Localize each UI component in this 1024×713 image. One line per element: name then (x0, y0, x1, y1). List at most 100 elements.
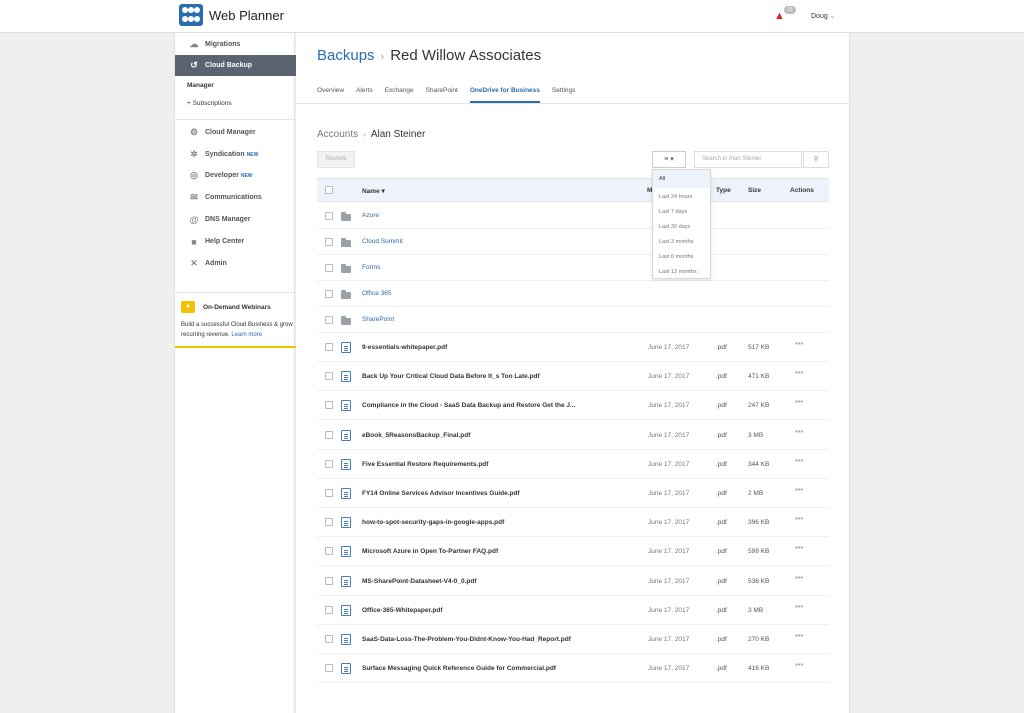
more-actions-icon[interactable]: *** (795, 517, 803, 524)
row-checkbox[interactable] (325, 547, 333, 555)
row-checkbox[interactable] (325, 460, 333, 468)
filter-option-last-12-months[interactable]: Last 12 months (653, 265, 710, 280)
sidebar-item-cloud-manager[interactable]: ⚙ Cloud Manager (175, 122, 296, 143)
file-row[interactable]: MS-SharePoint-Datasheet-V4-0_0.pdf June … (317, 567, 829, 596)
app-logo-icon[interactable] (179, 4, 203, 26)
row-checkbox[interactable] (325, 316, 333, 324)
folder-row[interactable]: SharePoint (317, 307, 829, 333)
row-checkbox[interactable] (325, 431, 333, 439)
file-name[interactable]: eBook_5ReasonsBackup_Final.pdf (362, 432, 470, 439)
more-actions-icon[interactable]: *** (795, 663, 803, 670)
more-actions-icon[interactable]: *** (795, 430, 803, 437)
file-row[interactable]: Five Essential Restore Requirements.pdf … (317, 450, 829, 479)
column-header-name[interactable]: Name ▾ (362, 187, 385, 195)
more-actions-icon[interactable]: *** (795, 371, 803, 378)
select-all-checkbox[interactable] (325, 186, 333, 194)
more-actions-icon[interactable]: *** (795, 488, 803, 495)
row-checkbox[interactable] (325, 577, 333, 585)
file-name[interactable]: Compliance in the Cloud - SaaS Data Back… (362, 402, 575, 409)
folder-row[interactable]: Forms (317, 255, 829, 281)
sidebar-item-dns-manager[interactable]: @ DNS Manager (175, 209, 296, 230)
filter-option-last-6-months[interactable]: Last 6 months (653, 250, 710, 265)
column-header-size[interactable]: Size (748, 187, 761, 194)
search-input[interactable]: Search in Alan Steiner (694, 151, 802, 168)
tab-onedrive-for-business[interactable]: OneDrive for Business (469, 83, 540, 103)
folder-row[interactable]: Azure (317, 203, 829, 229)
row-checkbox[interactable] (325, 606, 333, 614)
more-actions-icon[interactable]: *** (795, 459, 803, 466)
file-row[interactable]: 9-essentials-whitepaper.pdf June 17, 201… (317, 333, 829, 362)
sidebar-item-help-center[interactable]: ■ Help Center (175, 231, 296, 252)
breadcrumb-accounts[interactable]: Accounts (317, 129, 358, 140)
file-name[interactable]: Surface Messaging Quick Reference Guide … (362, 665, 556, 672)
user-menu[interactable]: Doug ⌄ (811, 12, 836, 20)
filter-option-last-24-hours[interactable]: Last 24 hours (653, 190, 710, 205)
tab-alerts[interactable]: Alerts (356, 83, 373, 103)
more-actions-icon[interactable]: *** (795, 634, 803, 641)
file-row[interactable]: FY14 Online Services Advisor Incentives … (317, 479, 829, 508)
tab-overview[interactable]: Overview (317, 83, 344, 103)
row-checkbox[interactable] (325, 264, 333, 272)
sidebar-item-migrations[interactable]: ☁ Migrations (175, 34, 296, 55)
learn-more-link[interactable]: Learn more (231, 332, 262, 338)
more-actions-icon[interactable]: *** (795, 546, 803, 553)
filter-option-last-30-days[interactable]: Last 30 days (653, 220, 710, 235)
file-name[interactable]: how-to-spot-security-gaps-in-google-apps… (362, 519, 504, 526)
row-checkbox[interactable] (325, 401, 333, 409)
file-name[interactable]: Office-365-Whitepaper.pdf (362, 607, 443, 614)
file-row[interactable]: SaaS-Data-Loss-The-Problem-You-Didnt-Kno… (317, 625, 829, 654)
filter-option-last-7-days[interactable]: Last 7 days (653, 205, 710, 220)
file-name[interactable]: FY14 Online Services Advisor Incentives … (362, 490, 520, 497)
filter-option-last-3-months[interactable]: Last 3 months (653, 235, 710, 250)
row-checkbox[interactable] (325, 238, 333, 246)
folder-name[interactable]: Office 365 (362, 290, 392, 297)
file-name[interactable]: Five Essential Restore Requirements.pdf (362, 461, 488, 468)
more-actions-icon[interactable]: *** (795, 400, 803, 407)
sidebar-subitem-subscriptions[interactable]: + Subscriptions (187, 100, 232, 107)
file-row[interactable]: Microsoft Azure in Open To-Partner FAQ.p… (317, 537, 829, 566)
sidebar-item-admin[interactable]: ✕ Admin (175, 253, 296, 274)
file-row[interactable]: eBook_5ReasonsBackup_Final.pdf June 17, … (317, 421, 829, 450)
search-icon[interactable]: ⚲ (803, 151, 829, 168)
tab-sharepoint[interactable]: SharePoint (426, 83, 458, 103)
file-row[interactable]: Office-365-Whitepaper.pdf June 17, 2017 … (317, 596, 829, 625)
file-row[interactable]: how-to-spot-security-gaps-in-google-apps… (317, 508, 829, 537)
filter-option-all[interactable]: All (653, 170, 710, 188)
file-name[interactable]: Back Up Your Critical Cloud Data Before … (362, 373, 540, 380)
folder-name[interactable]: SharePoint (362, 316, 394, 323)
folder-name[interactable]: Forms (362, 264, 380, 271)
row-checkbox[interactable] (325, 635, 333, 643)
file-row[interactable]: Back Up Your Critical Cloud Data Before … (317, 362, 829, 391)
file-row[interactable]: Compliance in the Cloud - SaaS Data Back… (317, 391, 829, 420)
row-checkbox[interactable] (325, 489, 333, 497)
row-checkbox[interactable] (325, 290, 333, 298)
file-name[interactable]: 9-essentials-whitepaper.pdf (362, 344, 447, 351)
sidebar-subitem-manager[interactable]: Manager (187, 82, 214, 89)
folder-row[interactable]: Cloud Summit (317, 229, 829, 255)
folder-row[interactable]: Office 365 (317, 281, 829, 307)
sidebar-item-communications[interactable]: ✉ Communications (175, 187, 296, 208)
notification-bell-icon[interactable]: ▲ (774, 10, 785, 22)
restore-button[interactable]: Restore (317, 151, 355, 168)
row-checkbox[interactable] (325, 212, 333, 220)
tab-exchange[interactable]: Exchange (385, 83, 414, 103)
sidebar-item-syndication[interactable]: ✲ Syndication NEW (175, 144, 296, 165)
sidebar-item-developer[interactable]: ◎ Developer NEW (175, 165, 296, 186)
folder-name[interactable]: Azure (362, 212, 379, 219)
filter-button[interactable]: ≡ ▾ (652, 151, 686, 168)
file-row[interactable]: Surface Messaging Quick Reference Guide … (317, 654, 829, 683)
file-name[interactable]: SaaS-Data-Loss-The-Problem-You-Didnt-Kno… (362, 636, 571, 643)
row-checkbox[interactable] (325, 518, 333, 526)
more-actions-icon[interactable]: *** (795, 576, 803, 583)
breadcrumb-backups[interactable]: Backups (317, 47, 375, 64)
more-actions-icon[interactable]: *** (795, 605, 803, 612)
tab-settings[interactable]: Settings (552, 83, 576, 103)
column-header-type[interactable]: Type (716, 187, 731, 194)
row-checkbox[interactable] (325, 664, 333, 672)
folder-name[interactable]: Cloud Summit (362, 238, 403, 245)
sidebar-item-cloud-backup[interactable]: ↺ Cloud Backup (175, 55, 296, 76)
row-checkbox[interactable] (325, 343, 333, 351)
file-name[interactable]: MS-SharePoint-Datasheet-V4-0_0.pdf (362, 578, 477, 585)
more-actions-icon[interactable]: *** (795, 342, 803, 349)
file-name[interactable]: Microsoft Azure in Open To-Partner FAQ.p… (362, 548, 498, 555)
